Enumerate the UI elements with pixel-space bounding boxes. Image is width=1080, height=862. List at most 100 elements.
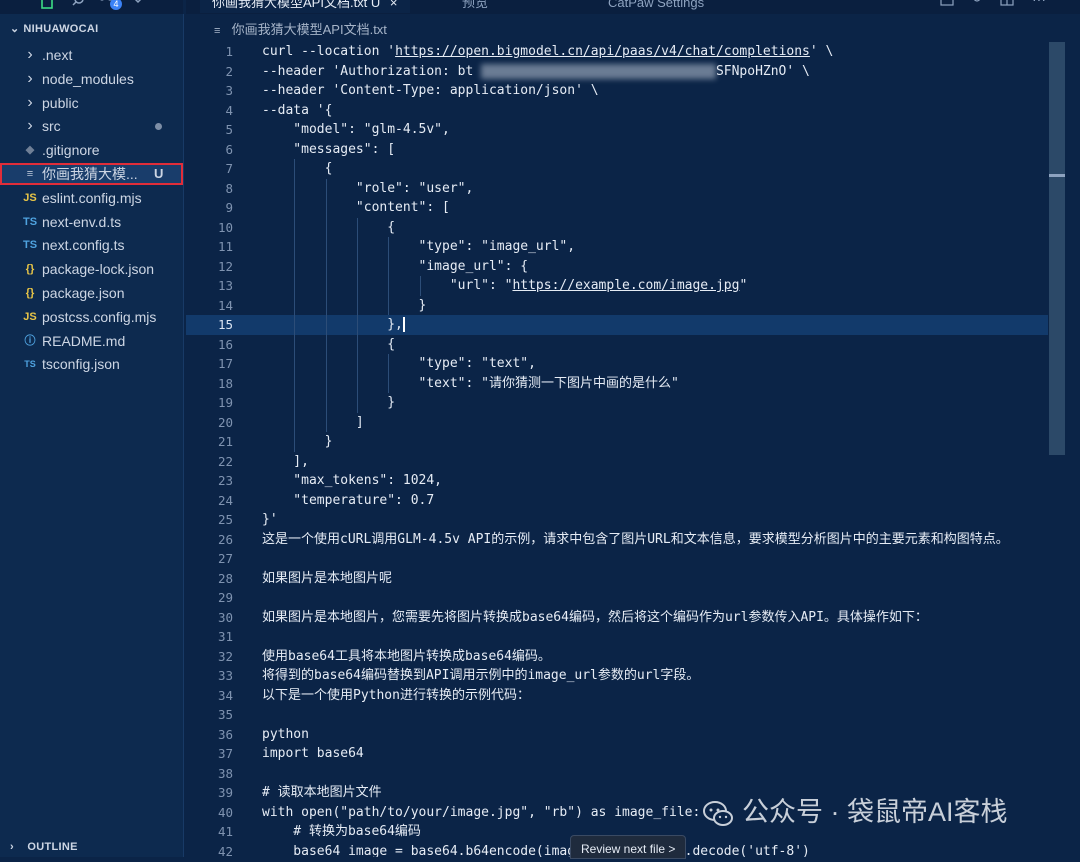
code-line[interactable]: 9 "content": [ bbox=[186, 198, 1048, 218]
line-number: 42 bbox=[217, 843, 233, 858]
code-line[interactable]: 27 bbox=[186, 549, 1048, 569]
tree-item-label: README.md bbox=[42, 332, 126, 349]
url-link[interactable]: https://example.com/image.jpg bbox=[512, 278, 739, 293]
code-line[interactable]: 14 } bbox=[186, 295, 1048, 315]
tree-item[interactable]: › .next bbox=[0, 44, 183, 66]
tree-item[interactable]: ◆ .gitignore bbox=[0, 139, 183, 161]
code-line[interactable]: 15 }, bbox=[186, 315, 1048, 335]
tab-catpaw-settings[interactable]: CatPaw Settings bbox=[596, 0, 716, 13]
code-line[interactable]: 30 如果图片是本地图片，您需要先将图片转换成base64编码，然后将这个编码作为… bbox=[186, 608, 1048, 628]
code-text: # 转换为base64编码 bbox=[262, 824, 421, 839]
code-line[interactable]: 1 curl --location 'https://open.bigmodel.… bbox=[186, 42, 1048, 62]
tree-item-label: .gitignore bbox=[42, 142, 100, 159]
tree-item-label: .next bbox=[42, 47, 73, 63]
code-line[interactable]: 33 将得到的base64编码替换到API调用示例中的image_url参数的ur… bbox=[186, 666, 1048, 686]
line-number: 18 bbox=[217, 375, 233, 391]
tree-item[interactable]: {} package.json bbox=[0, 282, 183, 304]
split-editor-icon[interactable] bbox=[1000, 0, 1014, 8]
code-text: curl --location 'https://open.bigmodel.c… bbox=[262, 44, 834, 59]
scrollbar-thumb[interactable] bbox=[1049, 42, 1065, 455]
code-line[interactable]: 24 "temperature": 0.7 bbox=[186, 491, 1048, 511]
tab-txt-file[interactable]: 你画我猜大模型API文档.txt U × bbox=[200, 0, 410, 13]
code-line[interactable]: 34 以下是一个使用Python进行转换的示例代码： bbox=[186, 686, 1048, 706]
code-line[interactable]: 22 ], bbox=[186, 452, 1048, 472]
code-line[interactable]: 5 "model": "glm-4.5v", bbox=[186, 120, 1048, 140]
code-line[interactable]: 4 --data '{ bbox=[186, 101, 1048, 121]
open-changes-icon[interactable] bbox=[940, 0, 954, 8]
tree-item[interactable]: TS tsconfig.json bbox=[0, 353, 183, 375]
code-line[interactable]: 8 "role": "user", bbox=[186, 178, 1048, 198]
chevron-right-icon: › bbox=[27, 46, 33, 63]
code-text: "type": "text", bbox=[262, 356, 536, 371]
code-line[interactable]: 18 "text": "请你猜测一下图片中画的是什么" bbox=[186, 373, 1048, 393]
code-text: }' bbox=[262, 512, 278, 527]
breadcrumb[interactable]: ≡ 你画我猜大模型API文档.txt bbox=[214, 20, 387, 40]
code-line[interactable]: 19 } bbox=[186, 393, 1048, 413]
code-line[interactable]: 16 { bbox=[186, 334, 1048, 354]
explorer-root[interactable]: ⌄ NIHUAWOCAI bbox=[10, 22, 98, 35]
line-number: 33 bbox=[217, 668, 233, 683]
json-file-icon: {} bbox=[25, 287, 35, 299]
line-number: 32 bbox=[217, 648, 233, 664]
line-number: 30 bbox=[217, 609, 233, 625]
line-number: 12 bbox=[217, 258, 233, 274]
diamond-icon: ◆ bbox=[25, 144, 35, 157]
info-icon: ⓘ bbox=[24, 334, 36, 347]
code-line[interactable]: 35 bbox=[186, 705, 1048, 725]
tree-item[interactable]: › public bbox=[0, 92, 183, 114]
search-icon[interactable] bbox=[72, 0, 88, 10]
code-text: ], bbox=[262, 453, 309, 469]
line-number: 21 bbox=[217, 434, 233, 449]
code-line[interactable]: 21 } bbox=[186, 432, 1048, 452]
tree-item[interactable]: ≡ 你画我猜大模... U bbox=[0, 163, 183, 185]
outline-section[interactable]: › OUTLINE bbox=[10, 841, 78, 853]
tree-item[interactable]: TS next.config.ts bbox=[0, 234, 183, 256]
code-line[interactable]: 36 python bbox=[186, 725, 1048, 745]
code-line[interactable]: 12 "image_url": { bbox=[186, 256, 1048, 276]
code-line[interactable]: 26 这是一个使用cURL调用GLM-4.5v API的示例，请求中包含了图片UR… bbox=[186, 530, 1048, 550]
chevron-down-icon[interactable] bbox=[130, 0, 146, 10]
line-number: 41 bbox=[217, 824, 233, 839]
tree-item[interactable]: › node_modules bbox=[0, 68, 183, 90]
url-link[interactable]: https://open.bigmodel.cn/api/paas/v4/cha… bbox=[395, 44, 810, 59]
tab-preview[interactable]: 预览 bbox=[450, 0, 500, 13]
modified-dot bbox=[155, 123, 162, 131]
tree-item[interactable]: JS eslint.config.mjs bbox=[0, 187, 183, 209]
close-icon[interactable]: × bbox=[390, 0, 398, 10]
code-line[interactable]: 20 ] bbox=[186, 412, 1048, 432]
code-line[interactable]: 11 "type": "image_url", bbox=[186, 237, 1048, 257]
tree-item-label: package-lock.json bbox=[42, 261, 155, 278]
tab-label: CatPaw Settings bbox=[608, 0, 705, 10]
line-number: 35 bbox=[217, 707, 233, 722]
files-icon[interactable] bbox=[40, 0, 56, 10]
code-line[interactable]: 2 --header 'Authorization: bt SFNpoHZnO' … bbox=[186, 62, 1048, 82]
code-line[interactable]: 23 "max_tokens": 1024, bbox=[186, 471, 1048, 491]
compare-icon[interactable] bbox=[970, 0, 984, 8]
tree-item[interactable]: › src bbox=[0, 115, 183, 137]
code-line[interactable]: 7 { bbox=[186, 159, 1048, 179]
code-line[interactable]: 3 --header 'Content-Type: application/jso… bbox=[186, 81, 1048, 101]
code-line[interactable]: 13 "url": "https://example.com/image.jpg… bbox=[186, 276, 1048, 296]
code-line[interactable]: 10 { bbox=[186, 217, 1048, 237]
code-editor[interactable]: 1 curl --location 'https://open.bigmodel.… bbox=[186, 42, 1048, 857]
code-line[interactable]: 6 "messages": [ bbox=[186, 140, 1048, 160]
code-line[interactable]: 31 bbox=[186, 627, 1048, 647]
tree-item[interactable]: {} package-lock.json bbox=[0, 258, 183, 280]
code-text: import base64 bbox=[262, 746, 364, 761]
wechat-logo-icon bbox=[703, 800, 733, 826]
tree-item[interactable]: JS postcss.config.mjs bbox=[0, 306, 183, 328]
tree-item[interactable]: TS next-env.d.ts bbox=[0, 211, 183, 233]
more-actions-icon[interactable]: ··· bbox=[1032, 0, 1046, 7]
line-number: 14 bbox=[217, 297, 233, 313]
source-control-badge: 4 bbox=[110, 0, 122, 10]
code-line[interactable]: 38 bbox=[186, 764, 1048, 784]
review-next-file-button[interactable]: Review next file > bbox=[570, 835, 687, 859]
code-line[interactable]: 29 bbox=[186, 588, 1048, 608]
code-line[interactable]: 32 使用base64工具将本地图片转换成base64编码。 bbox=[186, 647, 1048, 667]
code-line[interactable]: 25}' bbox=[186, 510, 1048, 530]
code-line[interactable]: 17 "type": "text", bbox=[186, 354, 1048, 374]
tree-item[interactable]: ⓘ README.md bbox=[0, 330, 183, 352]
line-number: 13 bbox=[217, 278, 233, 293]
code-line[interactable]: 28 如果图片是本地图片呢 bbox=[186, 569, 1048, 589]
code-line[interactable]: 37 import base64 bbox=[186, 744, 1048, 764]
